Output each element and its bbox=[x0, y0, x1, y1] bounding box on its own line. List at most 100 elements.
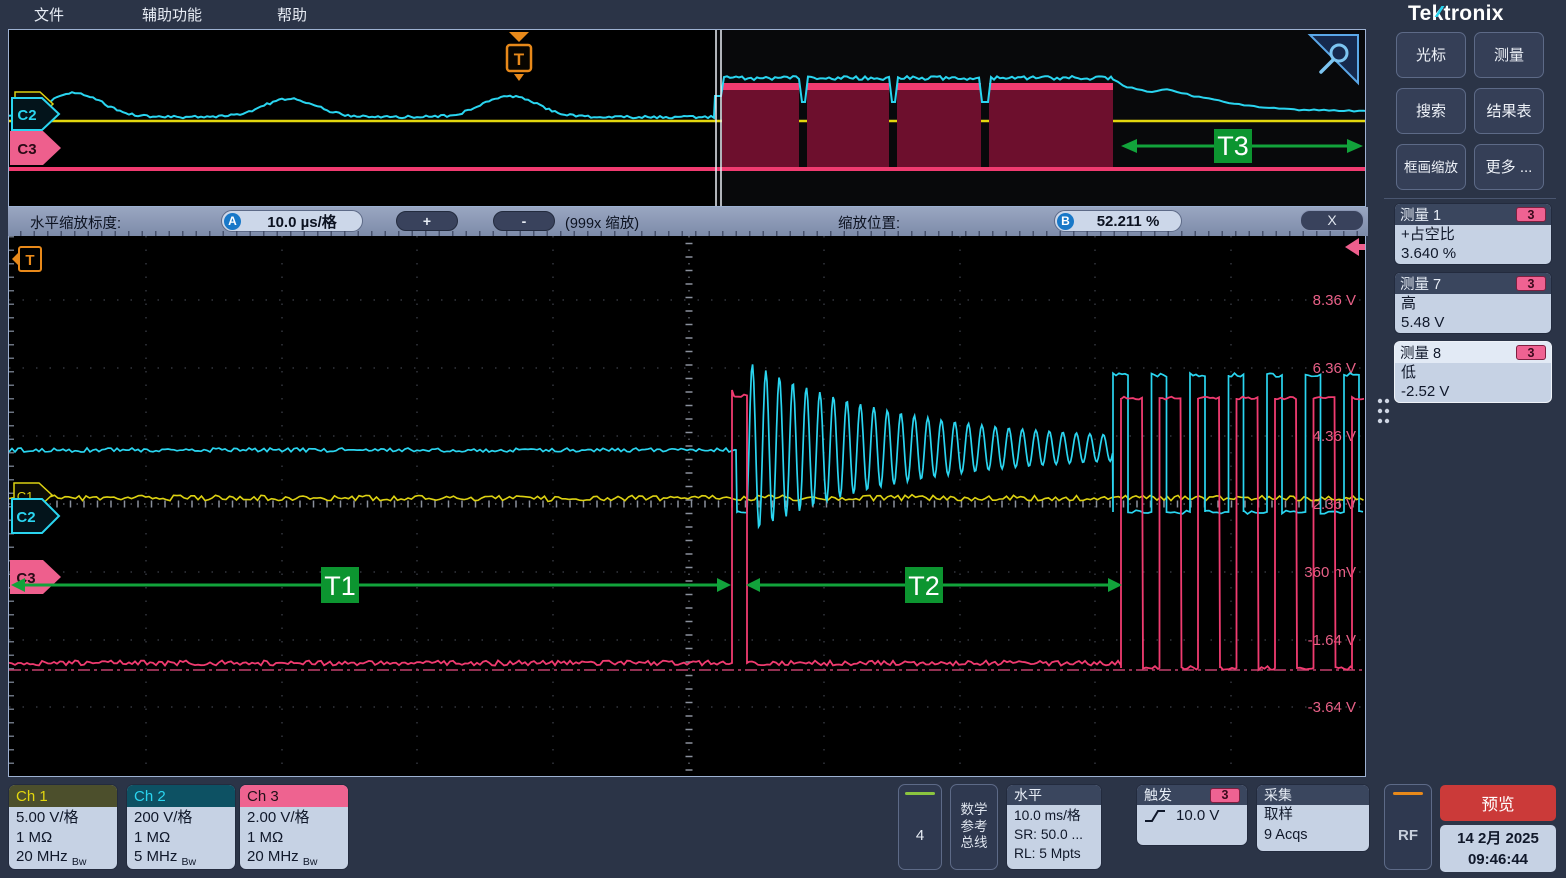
box-zoom-button[interactable]: 框画缩放 bbox=[1396, 144, 1466, 190]
measurement-8-body: 低 -2.52 V bbox=[1395, 363, 1551, 401]
zoom-position-label: 缩放位置: bbox=[838, 212, 900, 233]
trigger-header: 触发 3 bbox=[1137, 785, 1247, 805]
trigger-level-label: T bbox=[25, 252, 34, 269]
ch3-settings: 2.00 V/格 1 MΩ 20 MHz Bw bbox=[240, 807, 348, 870]
trigger-source-chip: 3 bbox=[1210, 788, 1240, 803]
t2-annotation: T2 bbox=[746, 567, 1122, 603]
datetime-display[interactable]: 14 2月 2025 09:46:44 bbox=[1440, 825, 1556, 872]
zoom-close-button[interactable]: X bbox=[1300, 210, 1364, 231]
rf-label: RF bbox=[1385, 827, 1431, 844]
zoom-toolbar: 水平缩放标度: A 10.0 µs/格 + - (999x 缩放) 缩放位置: … bbox=[8, 207, 1368, 236]
overview-svg: T T3 C1 C2 C3 bbox=[9, 30, 1365, 206]
knob-b-icon: B bbox=[1057, 213, 1074, 230]
right-sidebar: Tektronix 光标 测量 搜索 结果表 框画缩放 更多 ... 测量 1 … bbox=[1372, 0, 1566, 878]
measurement-1-body: +占空比 3.640 % bbox=[1395, 225, 1551, 263]
measurement-1-source-chip: 3 bbox=[1516, 207, 1546, 222]
main-waveform-panel[interactable]: 8.36 V 6.36 V 4.36 V 2.36 V 360 mV -1.64… bbox=[8, 236, 1366, 777]
preview-button[interactable]: 预览 bbox=[1440, 785, 1556, 821]
measurement-badge-8[interactable]: 测量 8 3 低 -2.52 V bbox=[1394, 341, 1552, 403]
zoom-factor-label: (999x 缩放) bbox=[565, 212, 639, 233]
measurement-8-header: 测量 8 3 bbox=[1395, 342, 1551, 363]
zoom-out-button[interactable]: - bbox=[493, 211, 555, 231]
measurement-1-header: 测量 1 3 bbox=[1395, 204, 1551, 225]
t1-label: T1 bbox=[324, 571, 356, 601]
zoom-position-value: 52.211 % bbox=[1083, 213, 1173, 230]
rf-badge[interactable]: RF bbox=[1384, 784, 1432, 870]
t2-arrow-right-icon bbox=[1108, 578, 1122, 592]
overview-channel-flags: C1 C2 C3 bbox=[10, 92, 61, 165]
voltage-axis-labels: 8.36 V 6.36 V 4.36 V 2.36 V 360 mV -1.64… bbox=[1304, 292, 1356, 716]
trigger-badge[interactable]: 触发 3 10.0 V bbox=[1136, 784, 1248, 846]
results-table-button[interactable]: 结果表 bbox=[1474, 88, 1544, 134]
acquisition-settings: 取样 9 Acqs bbox=[1257, 805, 1369, 846]
measure-button[interactable]: 测量 bbox=[1474, 32, 1544, 78]
trigger-position-arrow-icon bbox=[509, 32, 529, 42]
ch2-badge[interactable]: Ch 2 200 V/格 1 MΩ 5 MHz Bw bbox=[126, 784, 236, 870]
rising-edge-icon bbox=[1144, 807, 1166, 825]
svg-text:C3: C3 bbox=[17, 141, 36, 158]
menu-help[interactable]: 帮助 bbox=[277, 4, 307, 25]
zoom-in-button[interactable]: + bbox=[396, 211, 458, 231]
rf-accent-line bbox=[1393, 792, 1423, 795]
measurement-7-header: 测量 7 3 bbox=[1395, 273, 1551, 294]
zoom-scale-label: 水平缩放标度: bbox=[30, 212, 121, 233]
oscilloscope-screen: 文件 辅助功能 帮助 T T3 bbox=[0, 0, 1566, 878]
horizontal-settings: 10.0 ms/格 SR: 50.0 ... RL: 5 Mpts bbox=[1007, 805, 1101, 864]
acquisition-header: 采集 bbox=[1257, 785, 1369, 805]
t2-arrow-left-icon bbox=[746, 578, 760, 592]
t2-label: T2 bbox=[908, 571, 940, 601]
measurement-7-title: 测量 7 bbox=[1400, 273, 1441, 294]
horizontal-badge[interactable]: 水平 10.0 ms/格 SR: 50.0 ... RL: 5 Mpts bbox=[1006, 784, 1102, 870]
waveform-overview-panel[interactable]: T T3 C1 C2 C3 bbox=[8, 29, 1366, 207]
ch4-badge[interactable]: 4 bbox=[898, 784, 942, 870]
more-button[interactable]: 更多 ... bbox=[1474, 144, 1544, 190]
graticule-grid bbox=[9, 236, 1365, 775]
svg-text:-1.64 V: -1.64 V bbox=[1308, 632, 1356, 649]
cursors-button[interactable]: 光标 bbox=[1396, 32, 1466, 78]
measurement-badge-7[interactable]: 测量 7 3 高 5.48 V bbox=[1394, 272, 1552, 334]
ch3-header: Ch 3 bbox=[240, 785, 348, 807]
t3-label: T3 bbox=[1217, 131, 1249, 161]
t1-annotation: T1 bbox=[11, 567, 731, 603]
knob-a-icon: A bbox=[224, 213, 241, 230]
date-label: 14 2月 2025 bbox=[1440, 828, 1556, 849]
time-label: 09:46:44 bbox=[1440, 849, 1556, 870]
main-trigger-marker[interactable]: T bbox=[12, 247, 41, 271]
acquisition-badge[interactable]: 采集 取样 9 Acqs bbox=[1256, 784, 1370, 852]
measurement-8-source-chip: 3 bbox=[1516, 345, 1546, 360]
math-ref-bus-button[interactable]: 数学 参考 总线 bbox=[950, 784, 998, 870]
tektronix-logo: Tektronix bbox=[1408, 2, 1504, 26]
trigger-t-tail-icon bbox=[514, 74, 524, 81]
measurement-1-title: 测量 1 bbox=[1400, 204, 1441, 225]
trigger-t-label: T bbox=[514, 50, 525, 69]
bottom-bar: Ch 1 5.00 V/格 1 MΩ 20 MHz Bw Ch 2 200 V/… bbox=[0, 778, 1566, 878]
sidebar-divider bbox=[1384, 198, 1556, 199]
measurement-7-source-chip: 3 bbox=[1516, 276, 1546, 291]
main-svg: 8.36 V 6.36 V 4.36 V 2.36 V 360 mV -1.64… bbox=[9, 236, 1365, 775]
panel-drag-handle[interactable] bbox=[1376, 396, 1390, 433]
search-button[interactable]: 搜索 bbox=[1396, 88, 1466, 134]
svg-text:C2: C2 bbox=[16, 509, 35, 526]
menu-file[interactable]: 文件 bbox=[34, 4, 64, 25]
trigger-settings: 10.0 V bbox=[1137, 805, 1247, 827]
zoom-position-knob[interactable]: B 52.211 % bbox=[1054, 210, 1182, 232]
svg-text:360 mV: 360 mV bbox=[1304, 564, 1356, 581]
ch3-badge[interactable]: Ch 3 2.00 V/格 1 MΩ 20 MHz Bw bbox=[239, 784, 349, 870]
measurement-badge-1[interactable]: 测量 1 3 +占空比 3.640 % bbox=[1394, 203, 1552, 265]
burst-blocks bbox=[722, 83, 1113, 167]
menu-utility[interactable]: 辅助功能 bbox=[142, 4, 202, 25]
ch1-badge[interactable]: Ch 1 5.00 V/格 1 MΩ 20 MHz Bw bbox=[8, 784, 118, 870]
zoom-scale-value: 10.0 µs/格 bbox=[250, 211, 354, 232]
trigger-level-offscreen-arrow[interactable] bbox=[1345, 238, 1365, 256]
overview-trigger-marker[interactable]: T bbox=[507, 32, 531, 81]
ch2-header: Ch 2 bbox=[127, 785, 235, 807]
ch4-label: 4 bbox=[899, 827, 941, 844]
measurement-8-title: 测量 8 bbox=[1400, 342, 1441, 363]
svg-text:8.36 V: 8.36 V bbox=[1313, 292, 1356, 309]
main-channel-flags: C1 C2 C3 bbox=[10, 483, 61, 594]
ch2-settings: 200 V/格 1 MΩ 5 MHz Bw bbox=[127, 807, 235, 870]
ch1-header: Ch 1 bbox=[9, 785, 117, 807]
zoom-scale-knob[interactable]: A 10.0 µs/格 bbox=[221, 210, 363, 232]
svg-text:C2: C2 bbox=[17, 107, 36, 124]
ch4-accent-line bbox=[905, 792, 935, 795]
